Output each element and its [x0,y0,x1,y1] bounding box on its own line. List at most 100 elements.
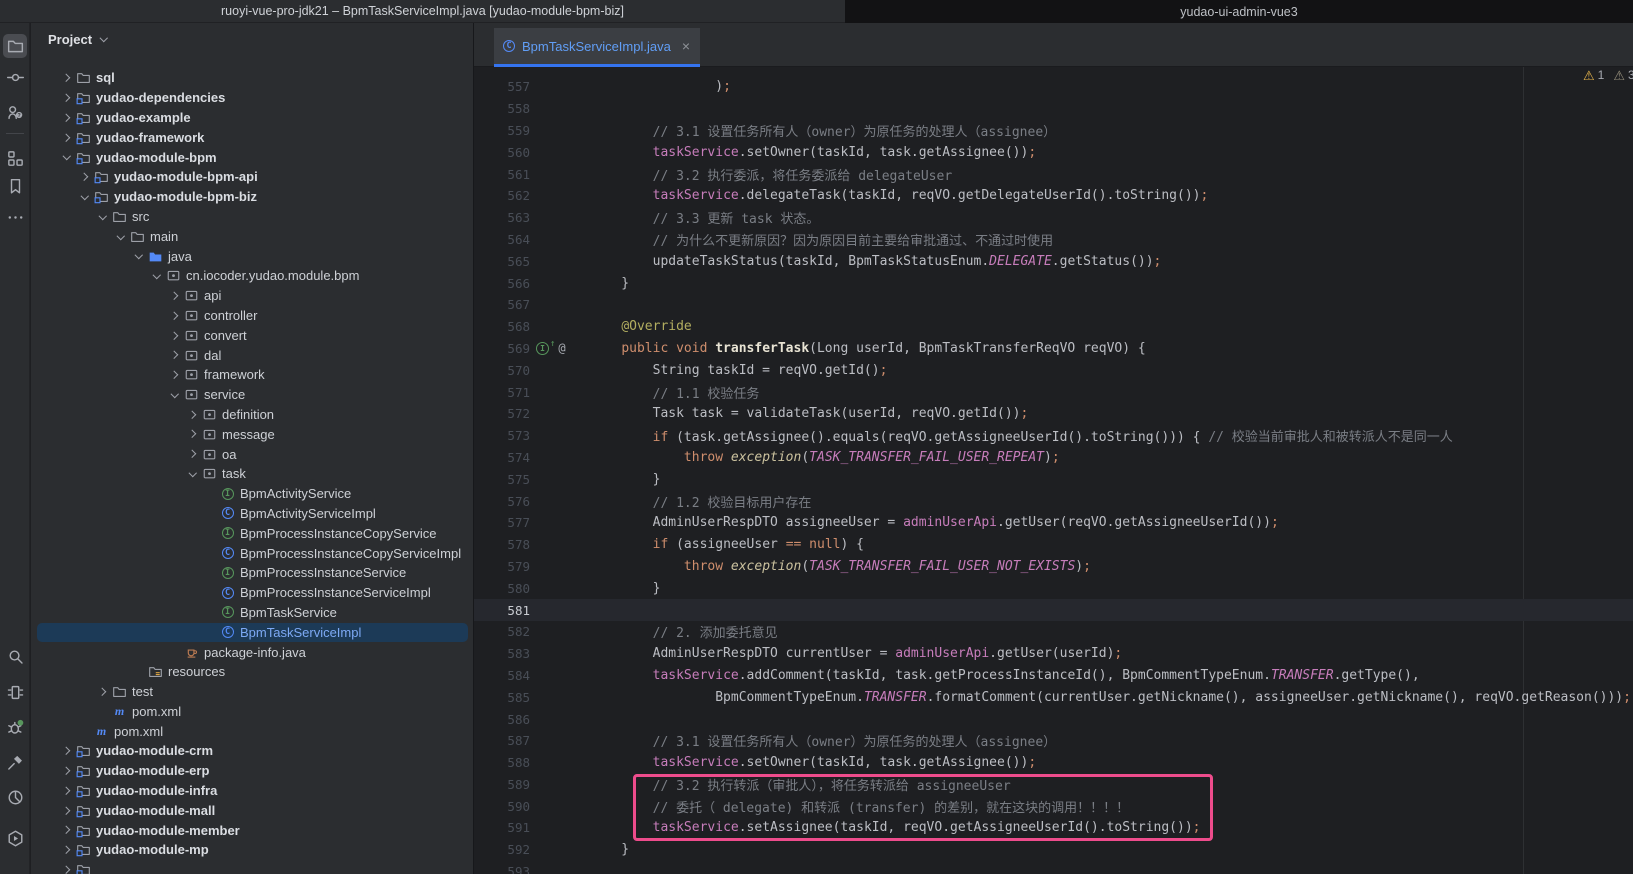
chevron-right-icon[interactable] [58,822,75,838]
line-number[interactable]: 570 [474,363,530,378]
line-number[interactable]: 590 [474,799,530,814]
chevron-down-icon[interactable] [76,189,93,205]
tree-item-pom-xml[interactable]: mpom.xml [31,721,474,741]
tree-item-bpmactivityserviceimpl[interactable]: CBpmActivityServiceImpl [31,504,474,524]
chevron-right-icon[interactable] [58,802,75,818]
line-number[interactable]: 566 [474,276,530,291]
tree-item-yudao-module-member[interactable]: yudao-module-member [31,820,474,840]
tree-item-convert[interactable]: convert [31,325,474,345]
chevron-right-icon[interactable] [184,446,201,462]
chevron-down-icon[interactable] [58,149,75,165]
line-number[interactable]: 582 [474,624,530,639]
line-number[interactable]: 587 [474,733,530,748]
chevron-down-icon[interactable] [184,466,201,482]
line-number[interactable]: 558 [474,101,530,116]
tree-item-bpmprocessinstancecopyserviceimpl[interactable]: CBpmProcessInstanceCopyServiceImpl [31,543,474,563]
line-number[interactable]: 565 [474,254,530,269]
tree-item-oa[interactable]: oa [31,444,474,464]
chevron-down-icon[interactable] [112,228,129,244]
tree-item-yudao-module-infra[interactable]: yudao-module-infra [31,781,474,801]
chevron-down-icon[interactable] [148,268,165,284]
commit-icon[interactable] [3,65,27,89]
line-number[interactable]: 575 [474,472,530,487]
chevron-right-icon[interactable] [76,169,93,185]
line-number[interactable]: 563 [474,210,530,225]
line-number[interactable]: 569 [474,341,530,356]
line-number[interactable]: 589 [474,777,530,792]
line-number[interactable]: 586 [474,712,530,727]
tree-item-yudao-module-bpm[interactable]: yudao-module-bpm [31,147,474,167]
line-number[interactable]: 568 [474,319,530,334]
project-panel-header[interactable]: Project [48,31,109,47]
tree-item-main[interactable]: main [31,226,474,246]
chevron-right-icon[interactable] [58,129,75,145]
run-services-icon[interactable] [3,826,27,850]
more-tool-windows-icon[interactable] [3,205,27,229]
profiler-icon[interactable] [3,785,27,809]
tree-item-bpmprocessinstanceservice[interactable]: IBpmProcessInstanceService [31,563,474,583]
structure-icon[interactable] [3,146,27,170]
debug-icon[interactable] [3,715,27,739]
tree-item-framework[interactable]: framework [31,365,474,385]
line-number[interactable]: 592 [474,842,530,857]
line-number[interactable]: 557 [474,79,530,94]
tree-item-api[interactable]: api [31,286,474,306]
line-number[interactable]: 562 [474,188,530,203]
line-number[interactable]: 580 [474,581,530,596]
tree-item-bpmtaskservice[interactable]: IBpmTaskService [31,603,474,623]
tree-item-yudao-example[interactable]: yudao-example [31,108,474,128]
tree-item-bpmactivityservice[interactable]: IBpmActivityService [31,484,474,504]
line-number[interactable]: 581 [474,603,530,618]
line-number[interactable]: 585 [474,690,530,705]
implements-icon[interactable]: I [536,342,549,355]
line-number[interactable]: 560 [474,145,530,160]
pull-requests-icon[interactable]: ? [3,100,27,124]
line-number[interactable]: 577 [474,515,530,530]
tab-bpmtaskserviceimpl[interactable]: C BpmTaskServiceImpl.java × [494,28,700,67]
line-number[interactable]: 574 [474,450,530,465]
tree-item-task[interactable]: task [31,464,474,484]
tree-item-bpmprocessinstancecopyservice[interactable]: IBpmProcessInstanceCopyService [31,523,474,543]
line-number[interactable]: 578 [474,537,530,552]
chevron-down-icon[interactable] [130,248,147,264]
line-number[interactable]: 588 [474,755,530,770]
tree-item-yudao-module-crm[interactable]: yudao-module-crm [31,741,474,761]
chevron-right-icon[interactable] [94,684,111,700]
tree-item-src[interactable]: src [31,207,474,227]
chevron-right-icon[interactable] [166,307,183,323]
gutter-override-icons[interactable]: I↑@ [530,341,590,355]
chevron-right-icon[interactable] [58,862,75,874]
services-icon[interactable] [3,680,27,704]
line-number[interactable]: 573 [474,428,530,443]
chevron-right-icon[interactable] [166,288,183,304]
tree-item-java[interactable]: java [31,246,474,266]
tree-item-yudao-framework[interactable]: yudao-framework [31,127,474,147]
chevron-right-icon[interactable] [58,109,75,125]
tree-item-controller[interactable]: controller [31,306,474,326]
line-number[interactable]: 576 [474,494,530,509]
chevron-right-icon[interactable] [184,406,201,422]
tree-item-yudao-module-erp[interactable]: yudao-module-erp [31,761,474,781]
line-number[interactable]: 579 [474,559,530,574]
line-number[interactable]: 567 [474,297,530,312]
tree-item-test[interactable]: test [31,682,474,702]
tree-item-definition[interactable]: definition [31,405,474,425]
line-number[interactable]: 584 [474,668,530,683]
line-number[interactable]: 571 [474,385,530,400]
line-number[interactable]: 583 [474,646,530,661]
line-number[interactable]: 593 [474,864,530,874]
tree-item-cn-iocoder-yudao-module-bpm[interactable]: cn.iocoder.yudao.module.bpm [31,266,474,286]
line-number[interactable]: 591 [474,820,530,835]
chevron-right-icon[interactable] [58,70,75,86]
chevron-down-icon[interactable] [166,387,183,403]
tree-item-yudao-module-mp[interactable]: yudao-module-mp [31,840,474,860]
tree-item-dal[interactable]: dal [31,345,474,365]
chevron-right-icon[interactable] [184,426,201,442]
inspections-widget[interactable]: ⚠1 ⚠3 [1583,68,1633,82]
bookmarks-icon[interactable] [3,174,27,198]
chevron-right-icon[interactable] [58,763,75,779]
tree-item-resources[interactable]: resources [31,662,474,682]
chevron-right-icon[interactable] [58,783,75,799]
tree-item-pom-xml[interactable]: mpom.xml [31,702,474,722]
tree-item-sql[interactable]: sql [31,68,474,88]
